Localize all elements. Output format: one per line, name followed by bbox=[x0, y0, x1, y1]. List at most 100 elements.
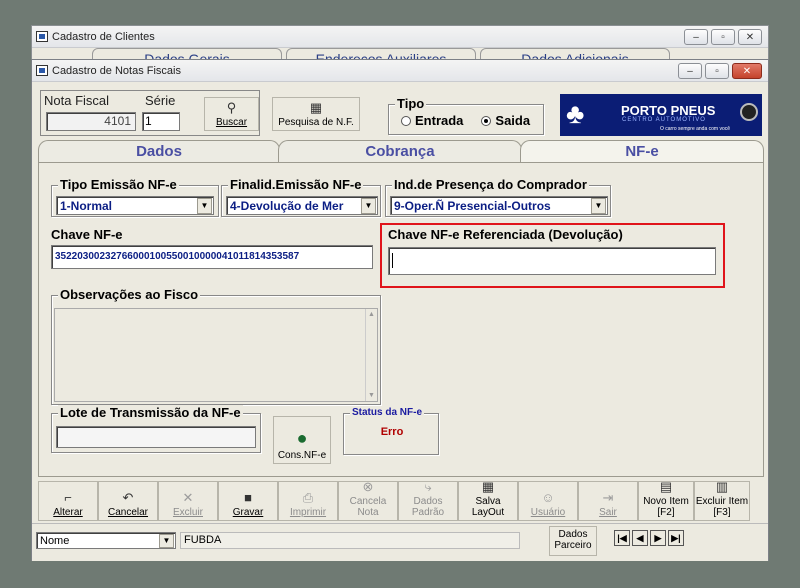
minimize-button[interactable]: – bbox=[678, 63, 702, 79]
chevron-down-icon[interactable]: ▼ bbox=[197, 197, 212, 214]
tipo-saida-radio[interactable]: Saida bbox=[481, 113, 530, 128]
binoculars-icon: ⚲ bbox=[226, 100, 237, 115]
chave-label: Chave NF-e bbox=[51, 227, 123, 242]
tire-icon bbox=[740, 103, 758, 121]
dados-padr-o-button[interactable]: ⤷ Dados Padrão bbox=[398, 479, 458, 521]
text-cursor bbox=[392, 253, 393, 268]
globe-icon: ● bbox=[296, 428, 308, 448]
tab-cobranca[interactable]: Cobrança bbox=[278, 140, 522, 162]
app-icon bbox=[36, 31, 48, 42]
logo-subtext: CENTRO AUTOMOTIVO bbox=[622, 117, 706, 123]
maximize-button[interactable]: ▫ bbox=[705, 63, 729, 79]
radio-label: Saida bbox=[495, 113, 531, 128]
chevron-down-icon[interactable]: ▼ bbox=[361, 197, 376, 214]
nota-fiscal-input[interactable]: 4101 bbox=[46, 112, 136, 131]
gravar-button[interactable]: ■ Gravar bbox=[218, 481, 278, 521]
novo-item-f2-button[interactable]: ▤ Novo Item [F2] bbox=[638, 480, 694, 521]
save-icon: ■ bbox=[244, 490, 252, 505]
observacoes-label: Observações ao Fisco bbox=[58, 287, 201, 302]
last-record-icon[interactable]: ▶| bbox=[668, 530, 684, 546]
lote-input[interactable] bbox=[56, 426, 256, 448]
tab-nfe[interactable]: NF-e bbox=[520, 140, 764, 162]
footer-bar: Nome ▼ FUBDA Dados Parceiro |◀ ◀ ▶ ▶| bbox=[32, 523, 768, 561]
search-field-select[interactable]: Nome ▼ bbox=[36, 532, 176, 549]
tipo-emissao-value: 1-Normal bbox=[60, 198, 113, 213]
action-toolbar: ⌐ Alterar ↶ Cancelar ✕ Excluir ■ Gravar ⎙ Imprimi… bbox=[38, 479, 764, 521]
chevron-down-icon[interactable]: ▼ bbox=[159, 533, 174, 548]
serie-input[interactable]: 1 bbox=[142, 112, 180, 131]
toolbar-label: Excluir Item [F3] bbox=[695, 496, 749, 518]
usu-rio-button[interactable]: ☺ Usuário bbox=[518, 481, 578, 521]
presenca-label: Ind.de Presença do Comprador bbox=[392, 177, 589, 192]
tipo-entrada-radio[interactable]: Entrada bbox=[401, 113, 463, 128]
close-button[interactable]: ✕ bbox=[732, 63, 762, 79]
delete-item-icon: ▥ bbox=[715, 479, 729, 494]
minimize-button[interactable]: – bbox=[684, 29, 708, 45]
record-navigator: |◀ ◀ ▶ ▶| bbox=[614, 530, 684, 546]
dados-parceiro-button[interactable]: Dados Parceiro bbox=[549, 526, 597, 556]
sair-button[interactable]: ⇥ Sair bbox=[578, 481, 638, 521]
palm-tree-icon: ♣ bbox=[566, 98, 585, 129]
prev-record-icon[interactable]: ◀ bbox=[632, 530, 648, 546]
exit-icon: ⇥ bbox=[602, 490, 614, 505]
lote-group: Lote de Transmissão da NF-e bbox=[51, 405, 261, 453]
pesquisa-label: Pesquisa de N.F. bbox=[278, 117, 354, 128]
toolbar-label: Cancela Nota bbox=[349, 496, 387, 518]
pesquisa-nf-button[interactable]: ▦ Pesquisa de N.F. bbox=[272, 97, 360, 131]
cons-nfe-button[interactable]: ● Cons.NF-e bbox=[273, 416, 331, 464]
observacoes-textarea[interactable]: ▲ ▼ bbox=[54, 308, 378, 402]
observacoes-group: Observações ao Fisco ▲ ▼ bbox=[51, 287, 381, 405]
search-field-value: Nome bbox=[40, 534, 70, 547]
cons-nfe-label: Cons.NF-e bbox=[277, 450, 327, 461]
radio-circle bbox=[401, 115, 411, 126]
maximize-button[interactable]: ▫ bbox=[711, 29, 735, 45]
scroll-up-icon[interactable]: ▲ bbox=[368, 311, 375, 318]
finalidade-label: Finalid.Emissão NF-e bbox=[228, 177, 364, 192]
search-icon: ▦ bbox=[309, 100, 323, 115]
salva-layout-button[interactable]: ▦ Salva LayOut bbox=[458, 479, 518, 521]
cancelar-button[interactable]: ↶ Cancelar bbox=[98, 481, 158, 521]
outer-titlebar: Cadastro de Clientes – ▫ ✕ bbox=[32, 26, 768, 48]
scrollbar[interactable]: ▲ ▼ bbox=[365, 309, 377, 401]
buscar-button[interactable]: ⚲ Buscar bbox=[204, 97, 259, 131]
alterar-button[interactable]: ⌐ Alterar bbox=[38, 481, 98, 521]
nfe-panel: Tipo Emissão NF-e 1-Normal ▼ Finalid.Emi… bbox=[38, 162, 764, 477]
close-button[interactable]: ✕ bbox=[738, 29, 762, 45]
serie-label: Série bbox=[145, 93, 176, 108]
chave-ref-input[interactable] bbox=[388, 247, 716, 275]
buscar-label: Buscar bbox=[215, 117, 248, 128]
chevron-down-icon[interactable]: ▼ bbox=[591, 197, 606, 214]
toolbar-label: Usuário bbox=[530, 507, 566, 518]
first-record-icon[interactable]: |◀ bbox=[614, 530, 630, 546]
save-layout-icon: ▦ bbox=[481, 479, 495, 494]
cancela-nota-button[interactable]: ⊗ Cancela Nota bbox=[338, 480, 398, 521]
toolbar-label: Dados Padrão bbox=[411, 496, 445, 518]
outer-window-title: Cadastro de Clientes bbox=[52, 30, 155, 43]
undo-icon: ↶ bbox=[122, 490, 134, 505]
finalidade-select[interactable]: 4-Devolução de Mer ▼ bbox=[226, 196, 378, 215]
lote-label: Lote de Transmissão da NF-e bbox=[58, 405, 243, 420]
logo-tagline: O carro sempre anda com você bbox=[660, 126, 731, 132]
tipo-emissao-select[interactable]: 1-Normal ▼ bbox=[56, 196, 214, 215]
presenca-select[interactable]: 9-Oper.Ñ Presencial-Outros ▼ bbox=[390, 196, 608, 215]
default-data-icon: ⤷ bbox=[424, 479, 432, 494]
inner-window-title: Cadastro de Notas Fiscais bbox=[52, 64, 181, 77]
logo-text: PORTO PNEUS bbox=[621, 103, 716, 118]
scroll-down-icon[interactable]: ▼ bbox=[368, 392, 375, 399]
user-icon: ☺ bbox=[541, 490, 555, 505]
tab-dados[interactable]: Dados bbox=[38, 140, 280, 162]
toolbar-label: Excluir bbox=[172, 507, 203, 518]
presenca-value: 9-Oper.Ñ Presencial-Outros bbox=[394, 198, 551, 213]
delete-icon: ✕ bbox=[182, 490, 194, 505]
presenca-group: Ind.de Presença do Comprador 9-Oper.Ñ Pr… bbox=[385, 177, 611, 217]
excluir-button[interactable]: ✕ Excluir bbox=[158, 481, 218, 521]
next-record-icon[interactable]: ▶ bbox=[650, 530, 666, 546]
excluir-item-f3-button[interactable]: ▥ Excluir Item [F3] bbox=[694, 479, 750, 521]
chave-nfe-field[interactable]: 3522030023276600010055001000004101181435… bbox=[51, 245, 373, 269]
imprimir-button[interactable]: ⎙ Imprimir bbox=[278, 481, 338, 521]
edit-icon: ⌐ bbox=[64, 490, 72, 505]
nota-fiscal-label: Nota Fiscal bbox=[44, 93, 110, 108]
toolbar-label: Novo Item [F2] bbox=[643, 496, 689, 518]
search-value-input[interactable]: FUBDA bbox=[180, 532, 520, 549]
chave-ref-label: Chave NF-e Referenciada (Devolução) bbox=[388, 227, 623, 242]
